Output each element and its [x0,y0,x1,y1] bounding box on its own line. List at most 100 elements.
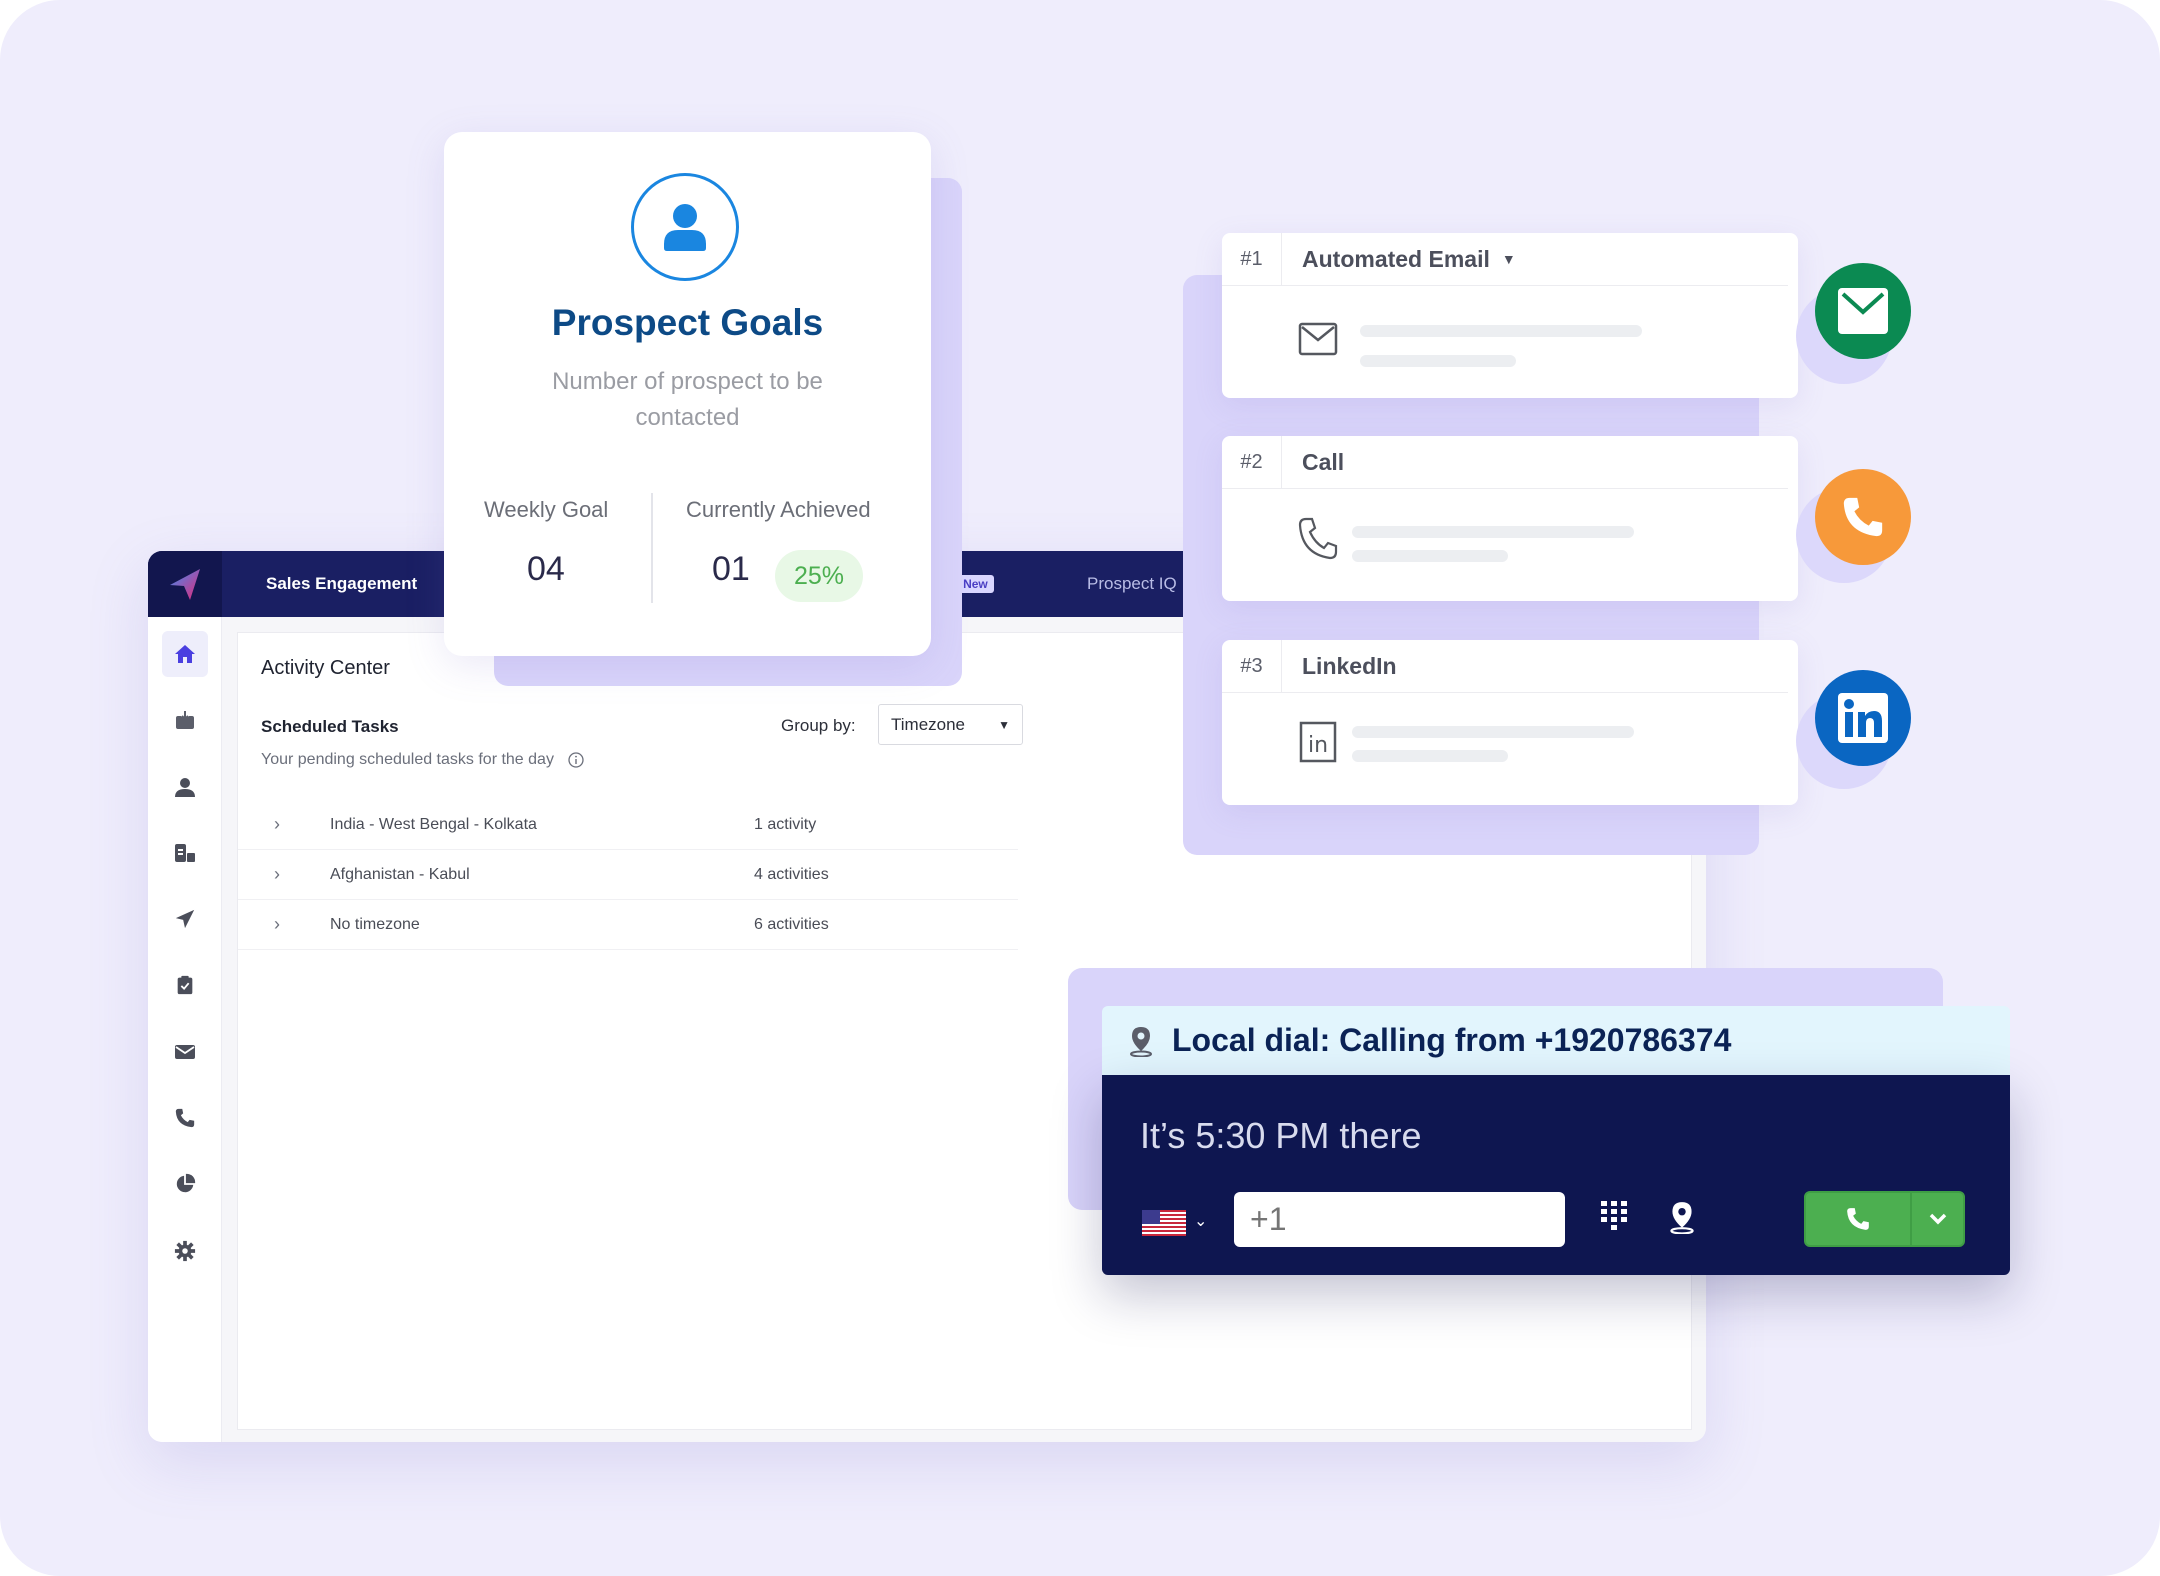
info-icon[interactable] [568,752,584,768]
activity-count: 4 activities [754,865,829,883]
nav-tab-sales-engagement[interactable]: Sales Engagement [266,551,417,617]
badge-label: New [963,577,988,591]
sidebar-item-reports[interactable] [162,1161,208,1207]
call-button[interactable] [1806,1193,1912,1245]
logo-icon [170,569,200,600]
phone-number-input[interactable] [1234,1192,1565,1247]
background-canvas: Sales Engagement ✦New Prospect IQ ✦New [0,0,2160,1576]
sidebar-item-accounts[interactable] [162,830,208,876]
report-icon [176,1173,196,1193]
location-pin-icon [1130,1026,1152,1057]
user-icon [664,204,706,251]
nav-tab-label: Prospect IQ [1087,574,1177,593]
chevron-down-icon[interactable]: ⌄ [1194,1211,1207,1231]
email-channel-icon [1815,263,1911,359]
user-icon [175,778,195,797]
chevron-right-icon[interactable]: › [238,914,330,935]
sidebar-item-inbox[interactable] [162,697,208,743]
divider [1222,488,1788,489]
chevron-right-icon[interactable]: › [238,814,330,835]
section-subtitle: Your pending scheduled tasks for the day [261,751,584,769]
activity-count: 1 activity [754,815,817,833]
placeholder-line [1352,726,1634,738]
sequence-step-card[interactable]: #2 Call [1222,436,1798,601]
avatar [631,173,739,281]
weekly-goal-value: 04 [527,550,565,588]
placeholder-line [1352,750,1508,762]
divider [1222,285,1788,286]
group-by-label: Group by: [781,716,856,735]
chevron-right-icon[interactable]: › [238,864,330,885]
page-title: Activity Center [261,657,390,679]
achieved-percent-badge: 25% [775,550,863,602]
send-icon [175,909,195,929]
sidebar-item-sequences[interactable] [162,896,208,942]
activity-count: 6 activities [754,915,829,933]
step-title-text: Automated Email [1302,245,1490,272]
achieved-value: 01 [712,550,750,588]
step-number: #3 [1222,640,1282,692]
placeholder-line [1352,526,1634,538]
company-icon [175,844,195,862]
placeholder-line [1360,355,1516,367]
step-title[interactable]: LinkedIn [1302,640,1397,692]
weekly-goal-label: Weekly Goal [484,497,609,522]
group-by-value: Timezone [891,714,966,734]
sidebar-item-tasks[interactable] [162,962,208,1008]
keypad-icon[interactable] [1600,1200,1628,1230]
settings-icon [174,1240,196,1262]
call-channel-icon [1815,469,1911,565]
sidebar-item-emails[interactable] [162,1029,208,1075]
step-number: #1 [1222,233,1282,285]
task-icon [177,975,193,995]
dialer-panel: It’s 5:30 PM there ⌄ [1102,1075,2010,1275]
app-logo[interactable] [148,551,222,617]
linkedin-outline-icon: in [1298,721,1338,763]
timezone-name: India - West Bengal - Kolkata [330,815,537,833]
call-options-dropdown[interactable] [1912,1193,1963,1245]
location-pin-icon[interactable] [1668,1200,1696,1234]
timezone-name: Afghanistan - Kabul [330,865,470,883]
step-title[interactable]: Call [1302,436,1344,488]
goals-subtitle: Number of prospect to be contacted [552,368,823,431]
home-icon [175,645,195,663]
timezone-name: No timezone [330,915,420,933]
caret-down-icon: ▼ [998,717,1010,732]
prospect-goals-card: Prospect Goals Number of prospect to be … [444,132,931,656]
step-number: #2 [1222,436,1282,488]
group-by-select[interactable]: Timezone ▼ [878,704,1023,745]
sidebar-item-calls[interactable] [162,1095,208,1141]
linkedin-channel-icon [1815,670,1911,766]
sequence-step-card[interactable]: #1 Automated Email ▼ [1222,233,1798,398]
timezone-row[interactable]: › Afghanistan - Kabul 4 activities [238,850,1018,900]
us-flag-icon[interactable] [1142,1210,1186,1236]
call-button-group [1804,1191,1965,1247]
local-dial-text: Local dial: Calling from +1920786374 [1172,1022,1732,1058]
phone-icon [1847,1208,1869,1230]
placeholder-line [1360,325,1642,337]
mail-icon [175,1045,195,1059]
placeholder-line [1352,550,1508,562]
sequence-step-card[interactable]: #3 LinkedIn in [1222,640,1798,805]
divider [651,493,653,603]
step-title[interactable]: Automated Email ▼ [1302,233,1516,285]
inbox-icon [176,711,194,729]
sidebar-item-home[interactable] [162,631,208,677]
timezone-row[interactable]: › India - West Bengal - Kolkata 1 activi… [238,800,1018,850]
sidebar-item-settings[interactable] [162,1228,208,1274]
divider [1222,692,1788,693]
sidebar [148,617,222,1442]
local-time-text: It’s 5:30 PM there [1140,1115,1422,1156]
caret-down-icon[interactable]: ▼ [1502,251,1516,267]
timezone-row[interactable]: › No timezone 6 activities [238,900,1018,950]
goals-title: Prospect Goals [551,302,824,343]
step-title-text: LinkedIn [1302,652,1397,679]
mail-outline-icon [1298,319,1338,359]
phone-icon [175,1108,195,1128]
local-dial-banner: Local dial: Calling from +1920786374 [1102,1006,2010,1075]
nav-tab-label: Sales Engagement [266,574,418,593]
svg-text:in: in [1308,733,1328,758]
phone-outline-icon [1298,517,1338,560]
sidebar-item-prospects[interactable] [162,764,208,810]
step-title-text: Call [1302,448,1345,475]
